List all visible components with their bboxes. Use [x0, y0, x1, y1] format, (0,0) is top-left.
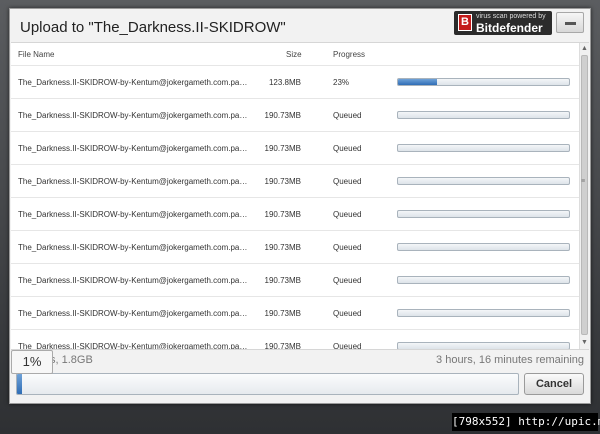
file-name: The_Darkness.II-SKIDROW-by-Kentum@jokerg… [18, 111, 250, 120]
total-progress-fill [17, 374, 22, 394]
column-header-size[interactable]: Size [286, 50, 302, 59]
file-size: 190.73MB [264, 144, 301, 153]
table-row[interactable]: The_Darkness.II-SKIDROW-by-Kentum@jokerg… [11, 197, 579, 230]
scroll-thumb[interactable] [581, 55, 588, 335]
file-progress-fill [398, 79, 438, 85]
file-size: 190.73MB [264, 177, 301, 186]
upload-status: Queued [333, 210, 362, 219]
scroll-grip-icon: ≡ [581, 178, 586, 185]
table-row[interactable]: The_Darkness.II-SKIDROW-by-Kentum@jokerg… [11, 65, 579, 98]
bitdefender-logo-icon: B [458, 14, 472, 31]
file-progress-bar [397, 111, 570, 119]
upload-status: Queued [333, 309, 362, 318]
scroll-down-arrow-icon[interactable]: ▼ [581, 339, 588, 346]
column-header-file-name[interactable]: File Name [18, 50, 54, 59]
total-progress-bar [16, 373, 519, 395]
file-progress-bar [397, 309, 570, 317]
column-header-progress[interactable]: Progress [333, 50, 365, 59]
table-row[interactable]: The_Darkness.II-SKIDROW-by-Kentum@jokerg… [11, 263, 579, 296]
bitdefender-badge[interactable]: B virus scan powered by Bitdefender [454, 11, 552, 35]
file-size: 190.73MB [264, 342, 301, 350]
file-progress-bar [397, 342, 570, 349]
upload-status: 23% [333, 78, 350, 87]
virus-scan-label: virus scan powered by [476, 13, 546, 20]
file-progress-bar [397, 276, 570, 284]
image-host-watermark: [798x552] http://upic.me/ [452, 413, 600, 431]
table-row[interactable]: The_Darkness.II-SKIDROW-by-Kentum@jokerg… [11, 98, 579, 131]
table-scrollbar[interactable]: ▲ ≡ ▼ [579, 43, 589, 349]
upload-status: Queued [333, 243, 362, 252]
scroll-up-arrow-icon[interactable]: ▲ [581, 45, 588, 52]
upload-status: Queued [333, 177, 362, 186]
file-size: 190.73MB [264, 309, 301, 318]
file-name: The_Darkness.II-SKIDROW-by-Kentum@jokerg… [18, 78, 250, 87]
upload-status: Queued [333, 342, 362, 350]
file-name: The_Darkness.II-SKIDROW-by-Kentum@jokerg… [18, 342, 250, 350]
minimize-button[interactable] [556, 12, 584, 33]
minimize-icon [565, 22, 576, 25]
table-header: File Name Size Progress [11, 43, 579, 65]
upload-status: Queued [333, 144, 362, 153]
file-name: The_Darkness.II-SKIDROW-by-Kentum@jokerg… [18, 243, 250, 252]
file-name: The_Darkness.II-SKIDROW-by-Kentum@jokerg… [18, 144, 250, 153]
file-progress-bar [397, 243, 570, 251]
upload-size-summary: s, 1.8GB [50, 354, 93, 366]
file-size: 123.8MB [268, 78, 301, 87]
total-percent-tooltip: 1% [11, 350, 53, 374]
file-name: The_Darkness.II-SKIDROW-by-Kentum@jokerg… [18, 309, 250, 318]
bitdefender-brand: Bitdefender [476, 21, 543, 35]
file-name: The_Darkness.II-SKIDROW-by-Kentum@jokerg… [18, 276, 250, 285]
dialog-title: Upload to "The_Darkness.II-SKIDROW" [20, 19, 286, 36]
table-row[interactable]: The_Darkness.II-SKIDROW-by-Kentum@jokerg… [11, 131, 579, 164]
table-row[interactable]: The_Darkness.II-SKIDROW-by-Kentum@jokerg… [11, 230, 579, 263]
upload-dialog: Upload to "The_Darkness.II-SKIDROW" B vi… [9, 8, 591, 404]
file-size: 190.73MB [264, 243, 301, 252]
file-list: The_Darkness.II-SKIDROW-by-Kentum@jokerg… [11, 65, 579, 350]
file-progress-bar [397, 210, 570, 218]
table-row[interactable]: The_Darkness.II-SKIDROW-by-Kentum@jokerg… [11, 296, 579, 329]
time-remaining: 3 hours, 16 minutes remaining [436, 354, 584, 366]
table-row[interactable]: The_Darkness.II-SKIDROW-by-Kentum@jokerg… [11, 164, 579, 197]
file-progress-bar [397, 78, 570, 86]
upload-status: Queued [333, 276, 362, 285]
cancel-button[interactable]: Cancel [524, 373, 584, 395]
upload-status: Queued [333, 111, 362, 120]
file-size: 190.73MB [264, 111, 301, 120]
file-progress-bar [397, 177, 570, 185]
file-size: 190.73MB [264, 210, 301, 219]
file-table: File Name Size Progress The_Darkness.II-… [11, 42, 589, 350]
file-name: The_Darkness.II-SKIDROW-by-Kentum@jokerg… [18, 177, 250, 186]
file-name: The_Darkness.II-SKIDROW-by-Kentum@jokerg… [18, 210, 250, 219]
file-size: 190.73MB [264, 276, 301, 285]
table-row[interactable]: The_Darkness.II-SKIDROW-by-Kentum@jokerg… [11, 329, 579, 350]
file-progress-bar [397, 144, 570, 152]
